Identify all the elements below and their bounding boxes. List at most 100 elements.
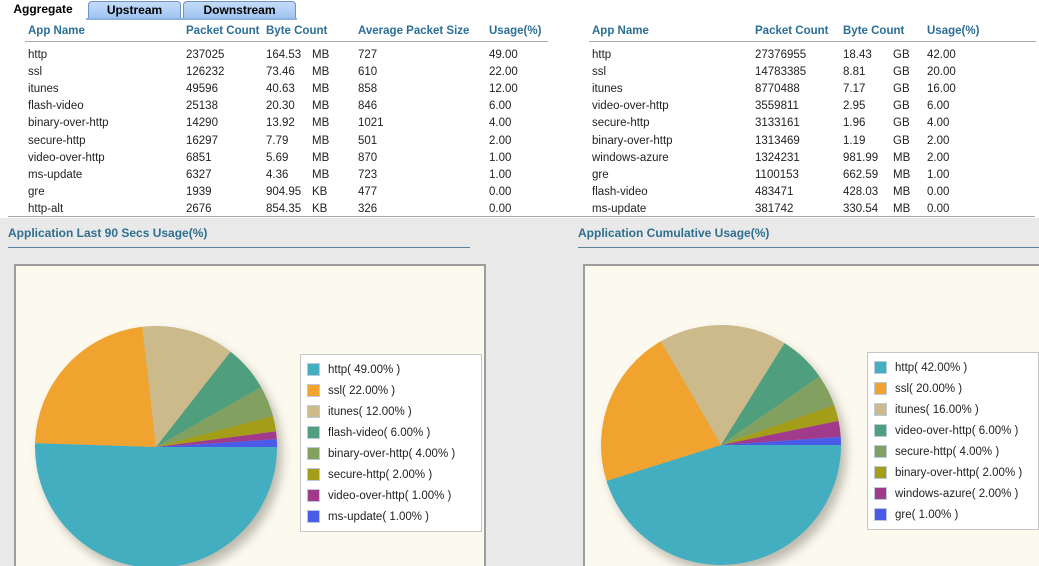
value-cell: 42.00 [927, 49, 1007, 61]
legend-item: ssl( 22.00% ) [307, 380, 475, 401]
value-cell: 12.00 [489, 83, 545, 95]
last90-title-underline [8, 247, 470, 248]
aggregate-last90-table: App NamePacket CountByte CountAverage Pa… [28, 22, 548, 218]
table-row: gre1100153662.59MB1.00 [592, 166, 1036, 183]
legend-swatch-icon [307, 489, 320, 502]
legend-swatch-icon [307, 384, 320, 397]
legend-swatch-icon [307, 405, 320, 418]
legend-label: ms-update( 1.00% ) [328, 511, 429, 523]
table-row: ms-update63274.36MB7231.00 [28, 166, 548, 183]
app-name-cell: ssl [592, 66, 755, 78]
value-cell: 326 [358, 203, 489, 215]
legend-swatch-icon [307, 426, 320, 439]
value-cell: 27376955 [755, 49, 843, 61]
app-name-cell: binary-over-http [28, 117, 186, 129]
value-cell: 4.00 [489, 117, 545, 129]
table-header-row: App NamePacket CountByte CountUsage(%) [592, 22, 1036, 39]
byte-count-cell: 2.95GB [843, 100, 927, 112]
value-cell: 14783385 [755, 66, 843, 78]
value-cell: 16297 [186, 135, 266, 147]
legend-item: ms-update( 1.00% ) [307, 506, 475, 527]
app-name-cell: ms-update [592, 203, 755, 215]
value-cell: 3133161 [755, 117, 843, 129]
table-row: binary-over-http1429013.92MB10214.00 [28, 115, 548, 132]
legend-label: video-over-http( 6.00% ) [895, 425, 1018, 437]
legend-label: flash-video( 6.00% ) [328, 427, 430, 439]
table-row: http237025164.53MB72749.00 [28, 46, 548, 63]
legend-label: binary-over-http( 4.00% ) [328, 448, 455, 460]
value-cell: 49.00 [489, 49, 545, 61]
value-cell: 20.00 [927, 66, 1007, 78]
column-header: App Name [592, 25, 755, 37]
legend-swatch-icon [874, 508, 887, 521]
app-name-cell: video-over-http [28, 152, 186, 164]
value-cell: 0.00 [489, 203, 545, 215]
legend-label: gre( 1.00% ) [895, 509, 958, 521]
legend-item: binary-over-http( 2.00% ) [874, 462, 1032, 483]
app-name-cell: http [592, 49, 755, 61]
value-cell: 1.00 [489, 152, 545, 164]
value-cell: 6851 [186, 152, 266, 164]
app-name-cell: video-over-http [592, 100, 755, 112]
byte-count-cell: 662.59MB [843, 169, 927, 181]
legend-label: itunes( 12.00% ) [328, 406, 412, 418]
value-cell: 0.00 [489, 186, 545, 198]
value-cell: 3559811 [755, 100, 843, 112]
legend-label: ssl( 20.00% ) [895, 383, 962, 395]
last90-chart-panel: http( 49.00% )ssl( 22.00% )itunes( 12.00… [14, 264, 486, 566]
table-row: video-over-http68515.69MB8701.00 [28, 149, 548, 166]
tab-aggregate[interactable]: Aggregate [0, 1, 86, 19]
legend-swatch-icon [874, 445, 887, 458]
app-name-cell: secure-http [28, 135, 186, 147]
legend-swatch-icon [874, 382, 887, 395]
tab-bar: Aggregate Upstream Downstream [0, 0, 1039, 19]
value-cell: 2.00 [489, 135, 545, 147]
byte-count-cell: 330.54MB [843, 203, 927, 215]
table-row: ssl147833858.81GB20.00 [592, 63, 1036, 80]
value-cell: 2676 [186, 203, 266, 215]
table-row: itunes4959640.63MB85812.00 [28, 80, 548, 97]
legend-item: windows-azure( 2.00% ) [874, 483, 1032, 504]
legend-swatch-icon [874, 403, 887, 416]
value-cell: 6327 [186, 169, 266, 181]
value-cell: 870 [358, 152, 489, 164]
byte-count-cell: 73.46MB [266, 66, 358, 78]
value-cell: 8770488 [755, 83, 843, 95]
legend-swatch-icon [874, 487, 887, 500]
value-cell: 6.00 [489, 100, 545, 112]
value-cell: 477 [358, 186, 489, 198]
app-name-cell: windows-azure [592, 152, 755, 164]
byte-count-cell: 7.17GB [843, 83, 927, 95]
tab-downstream[interactable]: Downstream [183, 1, 296, 19]
column-header: Byte Count [266, 25, 358, 37]
table-row: binary-over-http13134691.19GB2.00 [592, 132, 1036, 149]
table-header-row: App NamePacket CountByte CountAverage Pa… [28, 22, 548, 39]
byte-count-cell: 5.69MB [266, 152, 358, 164]
legend-swatch-icon [307, 510, 320, 523]
tab-upstream[interactable]: Upstream [88, 1, 181, 19]
legend-item: video-over-http( 6.00% ) [874, 420, 1032, 441]
app-name-cell: http-alt [28, 203, 186, 215]
table-row: video-over-http35598112.95GB6.00 [592, 98, 1036, 115]
app-name-cell: flash-video [28, 100, 186, 112]
value-cell: 858 [358, 83, 489, 95]
value-cell: 846 [358, 100, 489, 112]
column-header: Usage(%) [927, 25, 1007, 37]
byte-count-cell: 164.53MB [266, 49, 358, 61]
value-cell: 1324231 [755, 152, 843, 164]
value-cell: 237025 [186, 49, 266, 61]
header-divider [25, 41, 548, 42]
value-cell: 16.00 [927, 83, 1007, 95]
app-name-cell: gre [28, 186, 186, 198]
byte-count-cell: 4.36MB [266, 169, 358, 181]
legend-swatch-icon [874, 424, 887, 437]
cumulative-pie-legend: http( 42.00% )ssl( 20.00% )itunes( 16.00… [867, 352, 1039, 530]
value-cell: 1.00 [927, 169, 1007, 181]
byte-count-cell: 1.19GB [843, 135, 927, 147]
byte-count-cell: 981.99MB [843, 152, 927, 164]
app-name-cell: ssl [28, 66, 186, 78]
app-name-cell: ms-update [28, 169, 186, 181]
value-cell: 610 [358, 66, 489, 78]
last90-section-title: Application Last 90 Secs Usage(%) [8, 226, 207, 240]
charts-section: Application Last 90 Secs Usage(%) Applic… [0, 218, 1039, 566]
